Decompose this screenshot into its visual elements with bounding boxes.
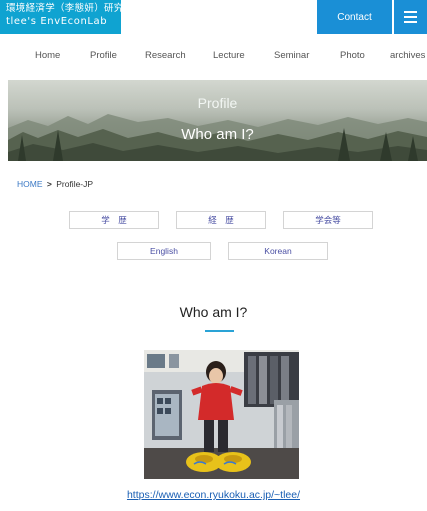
hero-title: Who am I?	[181, 126, 254, 143]
nav-lecture[interactable]: Lecture	[213, 50, 245, 61]
contact-button[interactable]: Contact	[317, 0, 392, 34]
hamburger-icon-bar	[404, 16, 417, 18]
nav-home[interactable]: Home	[35, 50, 60, 61]
tab-career[interactable]: 経 歴	[176, 211, 266, 229]
nav-profile[interactable]: Profile	[90, 50, 117, 61]
profile-photo	[144, 350, 299, 479]
forest-background-image	[8, 80, 427, 161]
hero-banner: Profile Who am I?	[8, 80, 427, 161]
breadcrumb-current: Profile-JP	[56, 179, 94, 189]
tab-english[interactable]: English	[117, 242, 211, 260]
homepage-link[interactable]: https://www.econ.ryukoku.ac.jp/~tlee/	[0, 489, 427, 501]
hero-subtitle: Profile	[197, 95, 238, 111]
hamburger-menu-button[interactable]	[394, 0, 427, 34]
logo-english-title: tlee's EnvEconLab	[6, 16, 108, 27]
breadcrumb: HOME > Profile-JP	[17, 179, 93, 189]
hamburger-icon-bar	[404, 11, 417, 13]
tab-education[interactable]: 学 歴	[69, 211, 159, 229]
nav-research[interactable]: Research	[145, 50, 186, 61]
nav-photo[interactable]: Photo	[340, 50, 365, 61]
tab-korean[interactable]: Korean	[228, 242, 328, 260]
breadcrumb-separator: >	[46, 179, 52, 189]
main-nav: Home Profile Research Lecture Seminar Ph…	[0, 50, 427, 70]
section-title: Who am I?	[179, 304, 248, 320]
tab-academic-societies[interactable]: 学会等	[283, 211, 373, 229]
site-logo[interactable]: 環境経済学（李態妍）研究室 tlee's EnvEconLab	[0, 0, 134, 34]
profile-photo-image	[144, 350, 299, 479]
hamburger-icon-bar	[404, 21, 417, 23]
breadcrumb-home-link[interactable]: HOME	[17, 179, 43, 189]
nav-archives[interactable]: archives	[390, 50, 425, 61]
logo-japanese-title: 環境経済学（李態妍）研究室	[6, 3, 134, 14]
nav-seminar[interactable]: Seminar	[274, 50, 309, 61]
section-title-underline	[205, 330, 234, 332]
